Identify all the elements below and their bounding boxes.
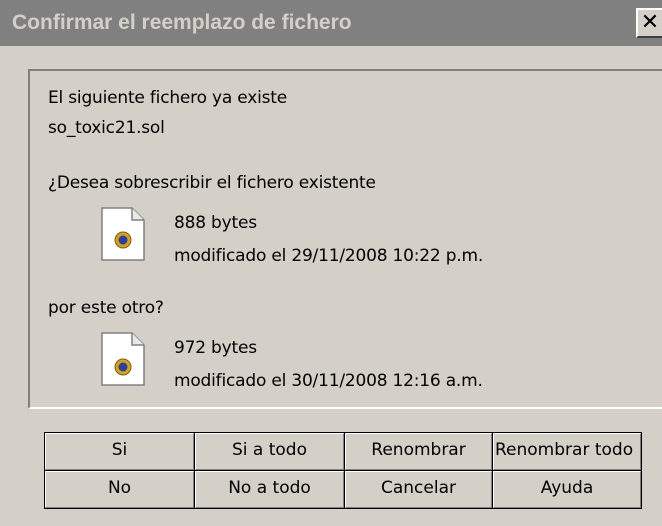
new-file-modified: modificado el 30/11/2008 12:16 a.m. <box>174 371 483 391</box>
rename-all-button[interactable]: Renombrar todo <box>492 432 642 471</box>
new-file-size: 972 bytes <box>174 338 257 358</box>
message-line: El siguiente fichero ya existe <box>48 88 288 108</box>
close-icon: ✕ <box>640 10 660 35</box>
rename-button[interactable]: Renombrar <box>344 432 493 471</box>
no-button[interactable]: No <box>44 470 195 509</box>
flash-shared-object-file-icon <box>101 207 145 261</box>
replace-with-label: por este otro? <box>48 298 164 318</box>
existing-file-size: 888 bytes <box>174 213 257 233</box>
yes-to-all-button[interactable]: Si a todo <box>194 432 345 471</box>
window-title: Confirmar el reemplazo de fichero <box>12 11 352 34</box>
yes-button[interactable]: Si <box>44 432 195 471</box>
title-bar: Confirmar el reemplazo de fichero <box>0 0 662 46</box>
existing-file-modified: modificado el 29/11/2008 10:22 p.m. <box>174 246 484 266</box>
overwrite-question: ¿Desea sobrescribir el fichero existente <box>48 173 376 193</box>
no-to-all-button[interactable]: No a todo <box>194 470 345 509</box>
cancel-button[interactable]: Cancelar <box>344 470 493 509</box>
help-button[interactable]: Ayuda <box>492 470 642 509</box>
flash-shared-object-file-icon <box>101 332 145 386</box>
filename-label: so_toxic21.sol <box>48 118 165 138</box>
close-button[interactable]: ✕ <box>636 8 662 38</box>
